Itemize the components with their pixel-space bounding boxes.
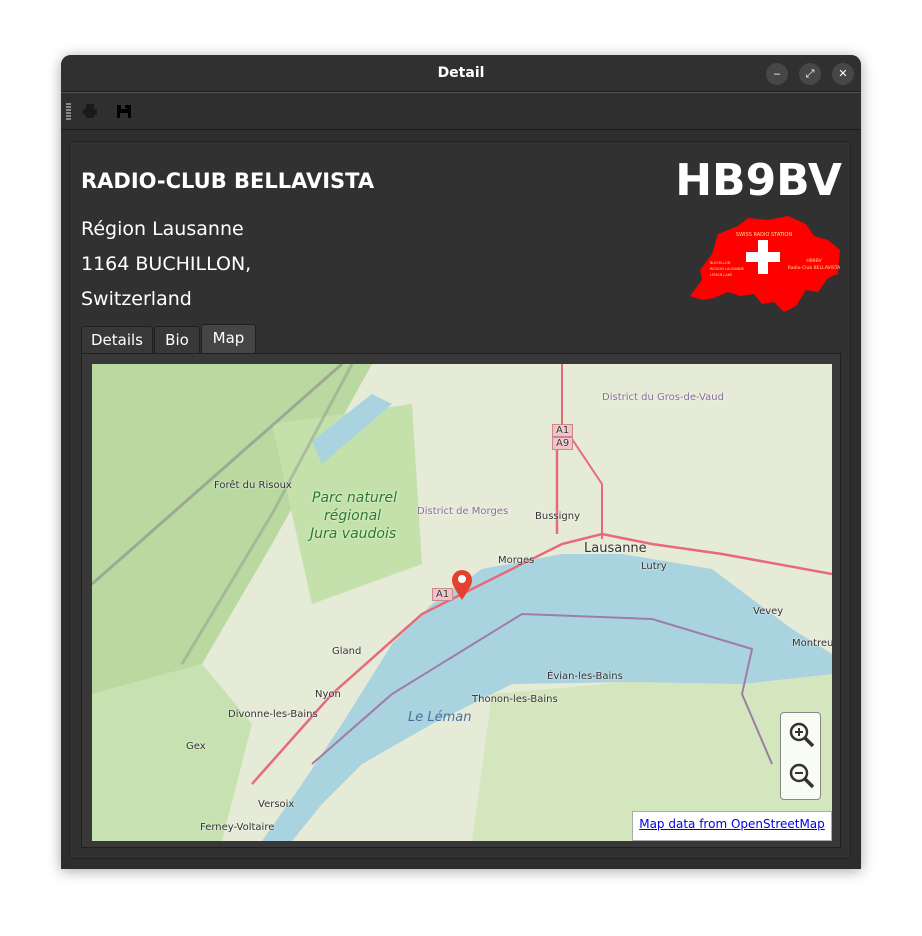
callsign: HB9BV: [675, 155, 842, 206]
map-label: Gland: [332, 646, 362, 657]
map-label: Nyon: [315, 689, 341, 700]
map-label: Forêt du Risoux: [214, 480, 292, 491]
highway-shield: A9: [552, 437, 574, 450]
tab-details[interactable]: Details: [81, 326, 153, 354]
detail-window: Detail ‒ ⤢ ✕ RADIO-CLUB BELLAVISTA Régio…: [61, 55, 861, 869]
map-label: Ferney-Voltaire: [200, 822, 275, 833]
toolbar-grip[interactable]: [66, 103, 71, 121]
map-label: régional: [324, 508, 382, 524]
detail-content: RADIO-CLUB BELLAVISTA Région Lausanne 11…: [69, 141, 851, 859]
map-label: Morges: [498, 555, 535, 566]
svg-text:HB9BV: HB9BV: [806, 258, 822, 264]
map-label: Jura vaudois: [310, 526, 397, 542]
svg-text:BUCHILLON: BUCHILLON: [710, 261, 731, 265]
map-label: Thonon-les-Bains: [472, 694, 558, 705]
map-attribution-link[interactable]: Map data from OpenStreetMap: [632, 811, 832, 841]
zoom-in-icon[interactable]: [789, 722, 815, 748]
zoom-out-icon[interactable]: [789, 763, 815, 789]
svg-text:LEMAN LAKE: LEMAN LAKE: [710, 273, 732, 277]
address-line-1: Région Lausanne: [81, 218, 244, 240]
map-tab-panel: Forêt du Risoux Parc naturel régional Ju…: [81, 353, 841, 848]
map-label: Divonne-les-Bains: [228, 709, 318, 720]
map-pin-icon[interactable]: [451, 569, 473, 601]
print-icon[interactable]: [81, 102, 99, 120]
svg-text:SWISS RADIO STATION: SWISS RADIO STATION: [736, 232, 792, 238]
map-label: Versoix: [258, 799, 295, 810]
address-line-2: 1164 BUCHILLON,: [81, 253, 252, 275]
map-label: Montreux: [792, 638, 832, 649]
address-line-3: Switzerland: [81, 288, 192, 310]
map-label: Gex: [186, 741, 206, 752]
title-bar: Detail ‒ ⤢ ✕: [61, 55, 861, 92]
tab-map[interactable]: Map: [201, 324, 256, 354]
svg-text:REGION LAUSANNE: REGION LAUSANNE: [710, 267, 744, 271]
zoom-control: [780, 712, 821, 800]
map-tiles: [92, 364, 832, 841]
map-view[interactable]: Forêt du Risoux Parc naturel régional Ju…: [92, 364, 832, 841]
save-icon[interactable]: [115, 102, 133, 120]
map-label: Le Léman: [408, 710, 472, 725]
map-label: Parc naturel: [312, 490, 397, 506]
highway-shield: A1: [552, 424, 574, 437]
map-label: Évian-les-Bains: [547, 671, 623, 682]
minimize-button[interactable]: ‒: [766, 63, 788, 85]
map-label: Vevey: [753, 606, 784, 617]
svg-text:Radio-Club BELLAVISTA: Radio-Club BELLAVISTA: [788, 265, 841, 271]
club-name: RADIO-CLUB BELLAVISTA: [81, 169, 375, 193]
toolbar: [61, 92, 861, 130]
tab-bio[interactable]: Bio: [154, 326, 200, 354]
map-label: Bussigny: [535, 511, 580, 522]
close-button[interactable]: ✕: [832, 63, 854, 85]
map-label: District de Morges: [417, 506, 509, 517]
swiss-station-logo: SWISS RADIO STATION HB9BV Radio-Club BEL…: [690, 216, 841, 312]
map-label: District du Gros-de-Vaud: [602, 392, 724, 403]
maximize-button[interactable]: ⤢: [799, 63, 821, 85]
map-label: Lutry: [641, 561, 667, 572]
map-label: Lausanne: [584, 541, 647, 556]
window-title: Detail: [437, 65, 485, 81]
